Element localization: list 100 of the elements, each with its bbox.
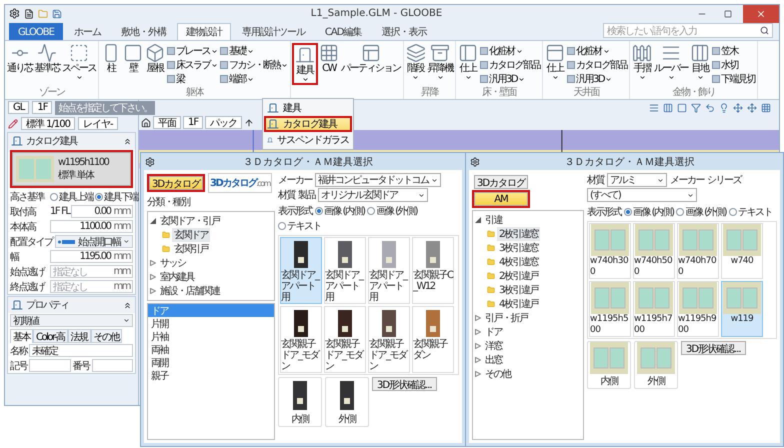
- input-field[interactable]: [92, 359, 133, 372]
- menu-item[interactable]: 建具: [264, 100, 352, 116]
- tree-item[interactable]: 3枚引違戸: [497, 283, 540, 297]
- ribbon-button[interactable]: 汎用3D: [566, 72, 628, 86]
- input-field[interactable]: 0.00 mm: [71, 205, 133, 218]
- collapsed-arrow-icon[interactable]: [475, 343, 481, 349]
- list-item[interactable]: 両開: [148, 356, 274, 369]
- menu-item[interactable]: カタログ建具: [264, 116, 352, 132]
- catalog-item[interactable]: w740: [721, 223, 763, 279]
- tree-item[interactable]: 4枚引違戸: [497, 297, 540, 311]
- property-tab[interactable]: その他: [90, 328, 122, 342]
- ribbon-button[interactable]: 汎用3D: [479, 72, 541, 86]
- property-tab[interactable]: 法規: [68, 328, 91, 342]
- ribbon-button[interactable]: 昇降機: [426, 43, 454, 81]
- pencil-icon[interactable]: [8, 118, 18, 128]
- ribbon-tab[interactable]: GLOOBE: [9, 23, 63, 40]
- view-tab[interactable]: 平面: [153, 116, 181, 129]
- new-file-icon[interactable]: [24, 8, 34, 18]
- catalog-item[interactable]: 玄関ドア_アパート用: [324, 237, 366, 304]
- radio-option[interactable]: テキスト: [278, 219, 321, 233]
- ribbon-button[interactable]: カタログ部品: [479, 58, 541, 72]
- floor-button[interactable]: 1F: [32, 101, 52, 114]
- tree-item[interactable]: 2枚引違窓: [497, 227, 540, 241]
- collapsed-arrow-icon[interactable]: [475, 315, 481, 321]
- ribbon-button[interactable]: 笠木: [711, 44, 756, 58]
- list-item[interactable]: 片開: [148, 317, 274, 330]
- grid-icon[interactable]: [761, 102, 771, 112]
- catalog-item[interactable]: 玄関親子C_W12: [412, 237, 454, 304]
- expanded-arrow-icon[interactable]: [150, 218, 156, 224]
- ribbon-button[interactable]: 化粧材: [566, 44, 628, 58]
- radio-option[interactable]: 画像 (内側): [624, 204, 674, 218]
- ribbon-tab[interactable]: 専用設計ツール: [232, 23, 314, 40]
- tree-item[interactable]: サッシ: [158, 256, 188, 270]
- square-icon[interactable]: [677, 102, 687, 112]
- collapsed-arrow-icon[interactable]: [475, 329, 481, 335]
- catalog-item[interactable]: 玄関親子ダン: [412, 306, 454, 373]
- select-field[interactable]: (すべて): [587, 188, 697, 202]
- tree-item[interactable]: 引違: [483, 213, 504, 227]
- tree-item[interactable]: 室内建具: [158, 270, 196, 284]
- ribbon-button[interactable]: 床スラブ: [166, 58, 219, 72]
- collapsed-arrow-icon[interactable]: [150, 274, 156, 280]
- scale-dropdown[interactable]: 標準 1/100: [21, 117, 75, 130]
- catalog-item[interactable]: w1195h900: [677, 281, 719, 337]
- tree-item[interactable]: 3枚引違窓: [497, 241, 540, 255]
- confirm-button[interactable]: 3D形状確認...: [372, 377, 437, 391]
- catalog-tab[interactable]: AM: [474, 192, 528, 206]
- catalog-item[interactable]: w740h500: [633, 223, 675, 279]
- move-icon[interactable]: [747, 102, 757, 112]
- ribbon-button[interactable]: 仕上: [544, 43, 566, 81]
- preset-dropdown[interactable]: 初期値: [10, 314, 133, 327]
- ribbon-tab[interactable]: 敷地・外構: [112, 23, 175, 40]
- ribbon-button[interactable]: 階段: [404, 43, 426, 81]
- list-item[interactable]: 親子: [148, 369, 274, 382]
- input-field[interactable]: [29, 359, 70, 372]
- collapse-icon[interactable]: [123, 136, 132, 146]
- input-field[interactable]: 1100.00 mm: [50, 220, 133, 233]
- close-button[interactable]: [743, 4, 779, 22]
- catalog-item[interactable]: 玄関ドア_アパート用: [280, 237, 322, 304]
- undo-icon[interactable]: [705, 102, 715, 112]
- ribbon-button[interactable]: 下端見切: [711, 72, 756, 86]
- catalog-item[interactable]: 玄関親子ドア_モダン: [280, 306, 322, 373]
- arrow-up-icon[interactable]: [244, 118, 254, 128]
- tree-item[interactable]: 4枚引違窓: [497, 255, 540, 269]
- ribbon-button[interactable]: カタログ部品: [566, 58, 628, 72]
- select-field[interactable]: アルミ: [607, 173, 667, 187]
- input-field[interactable]: 未確定: [29, 344, 133, 357]
- collapsed-arrow-icon[interactable]: [475, 371, 481, 377]
- ribbon-button[interactable]: 建具: [292, 43, 318, 85]
- tree-item[interactable]: 2枚引違戸: [497, 269, 540, 283]
- tree-item[interactable]: 出窓: [483, 353, 504, 367]
- ribbon-button[interactable]: 基礎: [219, 44, 289, 58]
- list-item[interactable]: 両袖: [148, 343, 274, 356]
- catalog-item[interactable]: 玄関ドア_アパート用: [368, 237, 410, 304]
- tree-item[interactable]: 引戸・折戸: [483, 311, 530, 325]
- input-field[interactable]: 1195.00 mm: [50, 250, 133, 263]
- expanded-arrow-icon[interactable]: [475, 217, 481, 223]
- radio-option[interactable]: 画像 (外側): [676, 204, 726, 218]
- radio-option[interactable]: 画像 (内側): [315, 204, 364, 218]
- save-icon[interactable]: [52, 8, 62, 18]
- radio-option[interactable]: 画像 (外側): [367, 204, 417, 218]
- ribbon-button[interactable]: 目地: [689, 43, 711, 81]
- door-thumbnail[interactable]: w1195h1100 標準 単体: [12, 152, 131, 186]
- radio-option[interactable]: テキスト: [728, 204, 772, 218]
- catalog-item[interactable]: w740h700: [677, 223, 719, 279]
- confirm-button[interactable]: 3D形状確認...: [681, 341, 746, 355]
- tree-item[interactable]: その他: [483, 367, 512, 381]
- radio-option[interactable]: 建具下端: [95, 190, 138, 204]
- ribbon-button[interactable]: 水切: [711, 58, 756, 72]
- catalog-item[interactable]: w1195h500: [589, 281, 631, 337]
- catalog-item[interactable]: 玄関親子ドア_モダン: [324, 306, 366, 373]
- select-field[interactable]: オリジナル玄関ドア: [318, 188, 428, 202]
- catalog-tab[interactable]: 3Dカタログ: [149, 176, 203, 190]
- tree-item[interactable]: 洋窓: [483, 339, 504, 353]
- move-icon[interactable]: [733, 102, 743, 112]
- radio-option[interactable]: 建具上端: [50, 190, 93, 204]
- catalog-item[interactable]: w1195h700: [633, 281, 675, 337]
- collapsed-arrow-icon[interactable]: [150, 288, 156, 294]
- ribbon-tab[interactable]: 選択・表示: [372, 23, 436, 40]
- ribbon-button[interactable]: 仕上: [457, 43, 479, 81]
- input-field[interactable]: 指定なし mm: [50, 280, 133, 293]
